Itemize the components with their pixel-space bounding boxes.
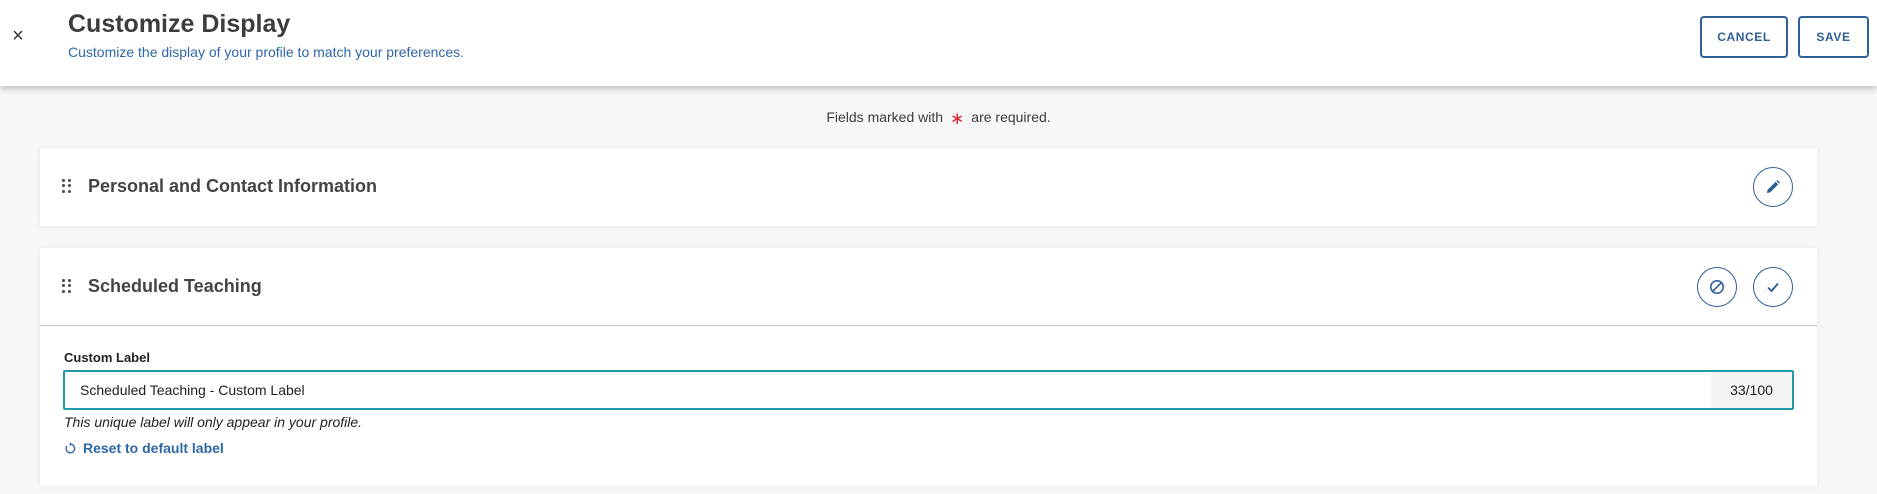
section-header: Personal and Contact Information	[40, 148, 1817, 226]
page-header: × Customize Display Customize the displa…	[0, 0, 1877, 86]
custom-label-field: 33/100	[63, 370, 1794, 410]
reset-default-label-link[interactable]: Reset to default label	[64, 440, 224, 456]
custom-label-input[interactable]	[65, 372, 1711, 408]
discard-changes-button[interactable]	[1697, 267, 1737, 307]
drag-handle-icon[interactable]	[62, 279, 72, 293]
section-card-scheduled-teaching: Scheduled Teaching Custom Label 33/100 T…	[40, 248, 1817, 486]
section-title: Personal and Contact Information	[88, 176, 378, 196]
required-note-suffix: are required.	[971, 109, 1051, 125]
section-card-personal-contact: Personal and Contact Information	[40, 148, 1817, 226]
save-button[interactable]: SAVE	[1798, 16, 1869, 58]
page-title: Customize Display	[68, 10, 291, 38]
section-title: Scheduled Teaching	[88, 276, 262, 296]
required-note-prefix: Fields marked with	[826, 109, 944, 125]
reset-icon	[65, 441, 76, 453]
cancel-button[interactable]: CANCEL	[1700, 16, 1788, 58]
section-header: Scheduled Teaching	[40, 248, 1817, 326]
checkmark-icon	[1767, 282, 1779, 293]
required-fields-note: Fields marked with ∗ are required.	[0, 107, 1877, 128]
page-subtitle: Customize the display of your profile to…	[68, 44, 465, 60]
drag-handle-icon[interactable]	[62, 179, 72, 193]
confirm-button[interactable]	[1753, 267, 1793, 307]
cancel-circle-icon	[1710, 280, 1724, 294]
close-icon[interactable]: ×	[8, 24, 28, 48]
custom-label-field-label: Custom Label	[64, 350, 150, 365]
custom-label-help-text: This unique label will only appear in yo…	[64, 414, 363, 430]
character-counter: 33/100	[1711, 372, 1792, 408]
edit-button[interactable]	[1753, 167, 1793, 207]
pencil-icon	[1767, 180, 1780, 193]
reset-default-label-text: Reset to default label	[83, 440, 224, 456]
required-asterisk-icon: ∗	[950, 109, 965, 128]
